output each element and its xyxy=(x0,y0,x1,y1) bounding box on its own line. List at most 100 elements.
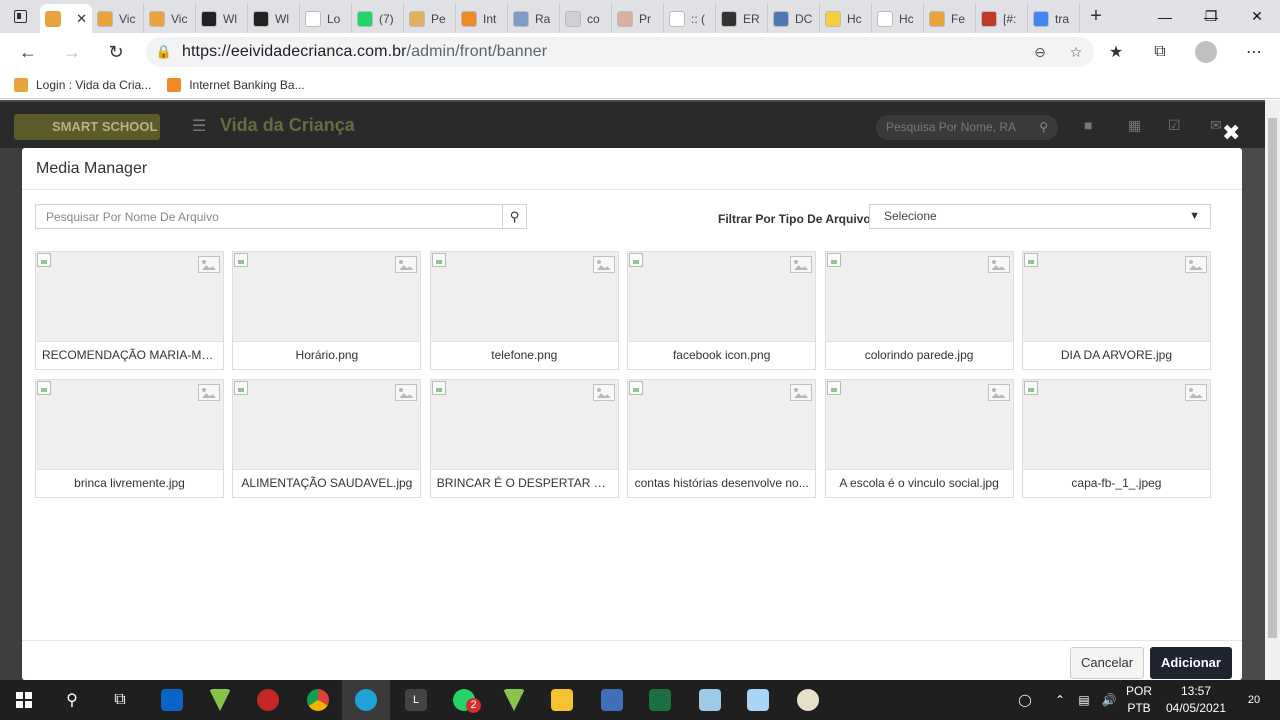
media-thumbnail[interactable] xyxy=(1022,252,1210,342)
paint-icon[interactable] xyxy=(784,680,832,720)
input-language[interactable]: POR PTB xyxy=(1124,683,1154,717)
tab-active[interactable]: ✕ xyxy=(40,4,92,33)
chrome-icon[interactable] xyxy=(294,680,342,720)
media-card[interactable]: RECOMENDAÇÃO MARIA-MAR... xyxy=(35,251,224,370)
media-card[interactable]: capa-fb-_1_.jpeg xyxy=(1021,379,1211,498)
bookmark-item[interactable]: Login : Vida da Cria... xyxy=(14,77,151,92)
tasks-icon[interactable]: ☑ xyxy=(1168,117,1181,134)
media-thumbnail[interactable] xyxy=(628,252,816,342)
browser-tab[interactable]: Pr xyxy=(612,4,664,33)
system-clock[interactable]: 13:57 04/05/2021 xyxy=(1158,683,1234,717)
profile-button[interactable] xyxy=(1184,33,1228,71)
media-thumbnail[interactable] xyxy=(36,380,223,470)
media-card[interactable]: contas histórias desenvolve no... xyxy=(627,379,817,498)
browser-tab[interactable]: Vic xyxy=(92,4,144,33)
media-card[interactable]: DIA DA ARVORE.jpg xyxy=(1021,251,1211,370)
reload-button[interactable]: ↻ xyxy=(94,33,138,71)
add-button[interactable]: Adicionar xyxy=(1150,647,1232,679)
file-explorer-icon[interactable] xyxy=(538,680,586,720)
media-card[interactable]: Horário.png xyxy=(232,251,422,370)
media-card[interactable]: brinca livremente.jpg xyxy=(35,379,224,498)
media-card[interactable]: telefone.png xyxy=(429,251,619,370)
browser-tab[interactable]: Wl xyxy=(196,4,248,33)
window-close-button[interactable]: ✕ xyxy=(1234,0,1280,33)
browser-tab[interactable]: [#: xyxy=(976,4,1028,33)
modal-close-button[interactable]: ✖ xyxy=(1222,120,1240,146)
file-search-input[interactable] xyxy=(36,205,502,228)
collections-icon[interactable]: ⧉ xyxy=(1138,33,1182,71)
settings-menu-icon[interactable]: ⋯ xyxy=(1232,33,1276,71)
network-icon[interactable]: ▤ xyxy=(1072,680,1096,720)
people-icon[interactable]: ◯ xyxy=(1014,680,1036,720)
task-view-icon[interactable]: ⧉ xyxy=(96,680,144,720)
media-thumbnail[interactable] xyxy=(430,252,618,342)
new-tab-button[interactable]: + xyxy=(1080,5,1112,28)
tab-actions-button[interactable] xyxy=(0,0,40,33)
browser-tab[interactable]: co xyxy=(560,4,612,33)
browser-tab[interactable]: Vic xyxy=(144,4,196,33)
browser-tab[interactable]: Ra xyxy=(508,4,560,33)
media-thumbnail[interactable] xyxy=(628,380,816,470)
back-button[interactable]: ← xyxy=(6,33,50,71)
volume-icon[interactable]: 🔊 xyxy=(1098,680,1120,720)
media-card[interactable]: ALIMENTAÇÃO SAUDAVEL.jpg xyxy=(232,379,422,498)
zoom-icon[interactable]: ⊖ xyxy=(1022,44,1058,61)
forward-button[interactable]: → xyxy=(50,33,94,71)
notepad-icon[interactable] xyxy=(734,680,782,720)
media-thumbnail[interactable] xyxy=(36,252,223,342)
tab-close-icon[interactable]: ✕ xyxy=(76,11,87,27)
language-flag-icon[interactable]: ■ xyxy=(1084,117,1092,133)
browser-tab[interactable]: (7) xyxy=(352,4,404,33)
app-v-icon[interactable] xyxy=(196,680,244,720)
browser-tab[interactable]: :: ( xyxy=(664,4,716,33)
omnibox[interactable]: 🔒 https://eeividadecrianca.com.br/admin/… xyxy=(146,37,1094,67)
media-thumbnail[interactable] xyxy=(1022,380,1210,470)
media-thumbnail[interactable] xyxy=(430,380,618,470)
taskbar-search-icon[interactable]: ⚲ xyxy=(48,680,96,720)
app-v2-icon[interactable] xyxy=(490,680,538,720)
global-search-input[interactable]: Pesquisa Por Nome, RA ⚲ xyxy=(876,115,1058,140)
scrollbar-thumb[interactable] xyxy=(1268,118,1277,638)
media-thumbnail[interactable] xyxy=(825,380,1013,470)
excel-icon[interactable] xyxy=(636,680,684,720)
antivirus-icon[interactable] xyxy=(244,680,292,720)
browser-tab[interactable]: DC xyxy=(768,4,820,33)
browser-tab[interactable]: Lo xyxy=(300,4,352,33)
calculator-icon[interactable] xyxy=(686,680,734,720)
bookmark-item[interactable]: Internet Banking Ba... xyxy=(167,77,305,92)
outlook-icon[interactable] xyxy=(148,680,196,720)
browser-tab[interactable]: Int xyxy=(456,4,508,33)
browser-tab[interactable]: Hc xyxy=(872,4,924,33)
app-l-icon[interactable]: L xyxy=(392,680,440,720)
browser-tab[interactable]: ER xyxy=(716,4,768,33)
search-button[interactable]: ⚲ xyxy=(502,205,526,228)
browser-tab[interactable]: Hc xyxy=(820,4,872,33)
edge-icon[interactable] xyxy=(342,680,390,720)
media-thumbnail[interactable] xyxy=(233,252,421,342)
browser-tab[interactable]: Fe xyxy=(924,4,976,33)
media-card[interactable]: facebook icon.png xyxy=(627,251,817,370)
add-favorite-icon[interactable]: ☆ xyxy=(1058,44,1094,61)
favorites-icon[interactable]: ★ xyxy=(1094,33,1138,71)
window-minimize-button[interactable]: — xyxy=(1142,0,1188,33)
tray-overflow-icon[interactable]: ⌃ xyxy=(1050,680,1070,720)
browser-tab[interactable]: tra xyxy=(1028,4,1080,33)
chat-icon[interactable]: ✉ xyxy=(1210,117,1222,134)
url-text[interactable]: https://eeividadecrianca.com.br/admin/fr… xyxy=(182,43,1022,61)
browser-tab[interactable]: Wl xyxy=(248,4,300,33)
browser-tab[interactable]: Pe xyxy=(404,4,456,33)
media-card[interactable]: BRINCAR É O DESPERTAR PAR... xyxy=(429,379,619,498)
page-scrollbar[interactable] xyxy=(1265,100,1280,680)
search-icon[interactable]: ⚲ xyxy=(1039,115,1048,140)
window-restore-button[interactable]: ❐ xyxy=(1188,0,1234,33)
remote-desktop-icon[interactable] xyxy=(588,680,636,720)
start-button[interactable] xyxy=(0,680,48,720)
cancel-button[interactable]: Cancelar xyxy=(1070,647,1145,679)
media-thumbnail[interactable] xyxy=(825,252,1013,342)
notification-center-icon[interactable]: 20 xyxy=(1236,680,1272,720)
media-card[interactable]: colorindo parede.jpg xyxy=(824,251,1014,370)
menu-toggle-icon[interactable]: ☰ xyxy=(192,116,206,136)
calendar-icon[interactable]: ▦ xyxy=(1128,117,1141,134)
media-card[interactable]: A escola é o vinculo social.jpg xyxy=(824,379,1014,498)
file-type-select[interactable]: Selecione ▼ xyxy=(869,204,1211,229)
